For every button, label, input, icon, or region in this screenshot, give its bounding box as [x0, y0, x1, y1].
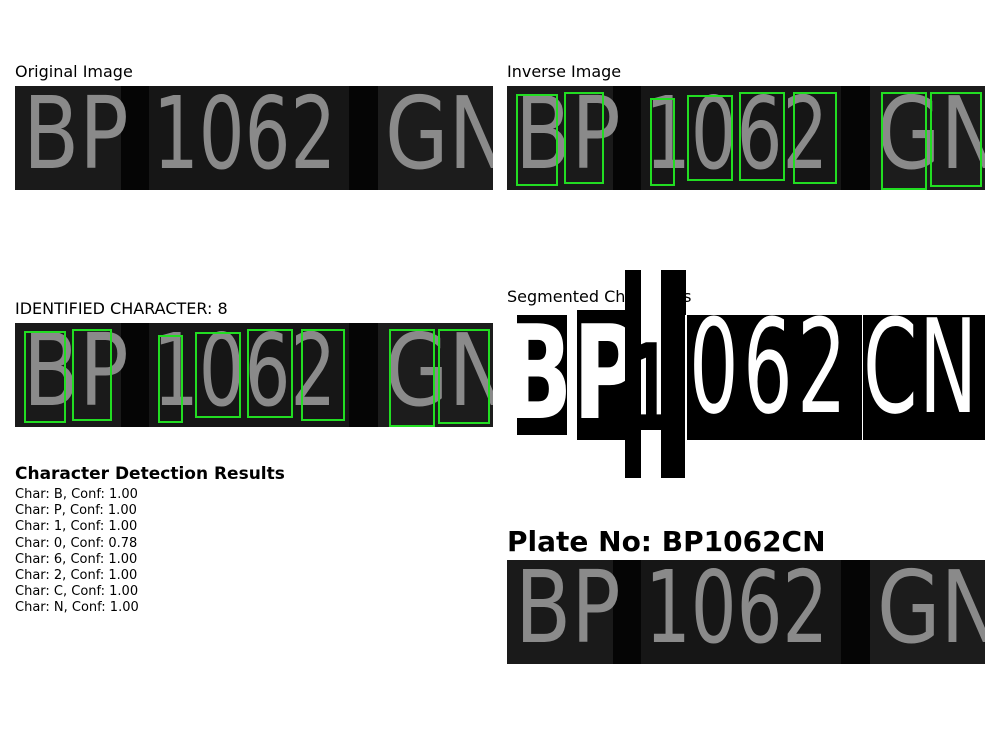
list-item: Char: C, Conf: 1.00 [15, 584, 139, 600]
original-image-title: Original Image [15, 62, 133, 81]
char-bounding-box [564, 92, 604, 184]
segmented-char-2: 2 [797, 291, 847, 443]
char-bounding-box [516, 94, 558, 186]
segmented-characters-image: B P 1 0 6 2 C N [507, 270, 985, 480]
results-heading: Character Detection Results [15, 464, 285, 484]
results-list: Char: B, Conf: 1.00 Char: P, Conf: 1.00 … [15, 487, 139, 617]
char-bounding-box [793, 92, 837, 184]
plate-text-gn: GN [385, 86, 493, 190]
char-bounding-box [650, 98, 675, 186]
list-item: Char: P, Conf: 1.00 [15, 503, 137, 519]
segmented-char-6: 6 [743, 291, 793, 443]
inverse-image-title: Inverse Image [507, 62, 622, 81]
char-bounding-box [881, 92, 927, 190]
char-bounding-box [930, 92, 982, 187]
char-bounding-box [438, 329, 490, 424]
segmented-char-0: 0 [689, 291, 739, 443]
char-bounding-box [389, 329, 435, 427]
list-item: Char: 0, Conf: 0.78 [15, 535, 138, 551]
list-item: Char: 2, Conf: 1.00 [15, 568, 138, 584]
list-item: Char: 1, Conf: 1.00 [15, 519, 138, 535]
char-bounding-box [72, 329, 112, 421]
char-bounding-box [739, 92, 785, 181]
plate-number-label: Plate No: BP1062CN [507, 525, 826, 558]
char-bounding-box [687, 95, 733, 181]
segmented-char-c: C [863, 291, 918, 443]
final-plate-image: BP 1062 GN [507, 560, 985, 664]
plate-text-1062: 1062 [153, 86, 337, 190]
list-item: Char: N, Conf: 1.00 [15, 600, 139, 616]
char-bounding-box [158, 335, 183, 423]
original-plate-image: BP 1062 GN [15, 86, 493, 190]
char-bounding-box [301, 329, 345, 421]
list-item: Char: B, Conf: 1.00 [15, 487, 138, 502]
segmented-char-b: B [507, 297, 573, 449]
char-bounding-box [247, 329, 293, 418]
char-bounding-box [195, 332, 241, 418]
segmented-char-n: N [919, 291, 978, 443]
segmented-char-1: 1 [629, 320, 671, 459]
identified-character-title: IDENTIFIED CHARACTER: 8 [15, 299, 228, 318]
plate-text-1062: 1062 [645, 560, 829, 664]
char-bounding-box [24, 331, 66, 423]
identified-plate-image: BP 1062 GN [15, 323, 493, 427]
plate-text-gn: GN [877, 560, 985, 664]
plate-text-bp: BP [515, 560, 621, 664]
plate-text-bp: BP [23, 86, 129, 190]
list-item: Char: 6, Conf: 1.00 [15, 551, 138, 567]
inverse-plate-image: BP 1062 GN [507, 86, 985, 190]
